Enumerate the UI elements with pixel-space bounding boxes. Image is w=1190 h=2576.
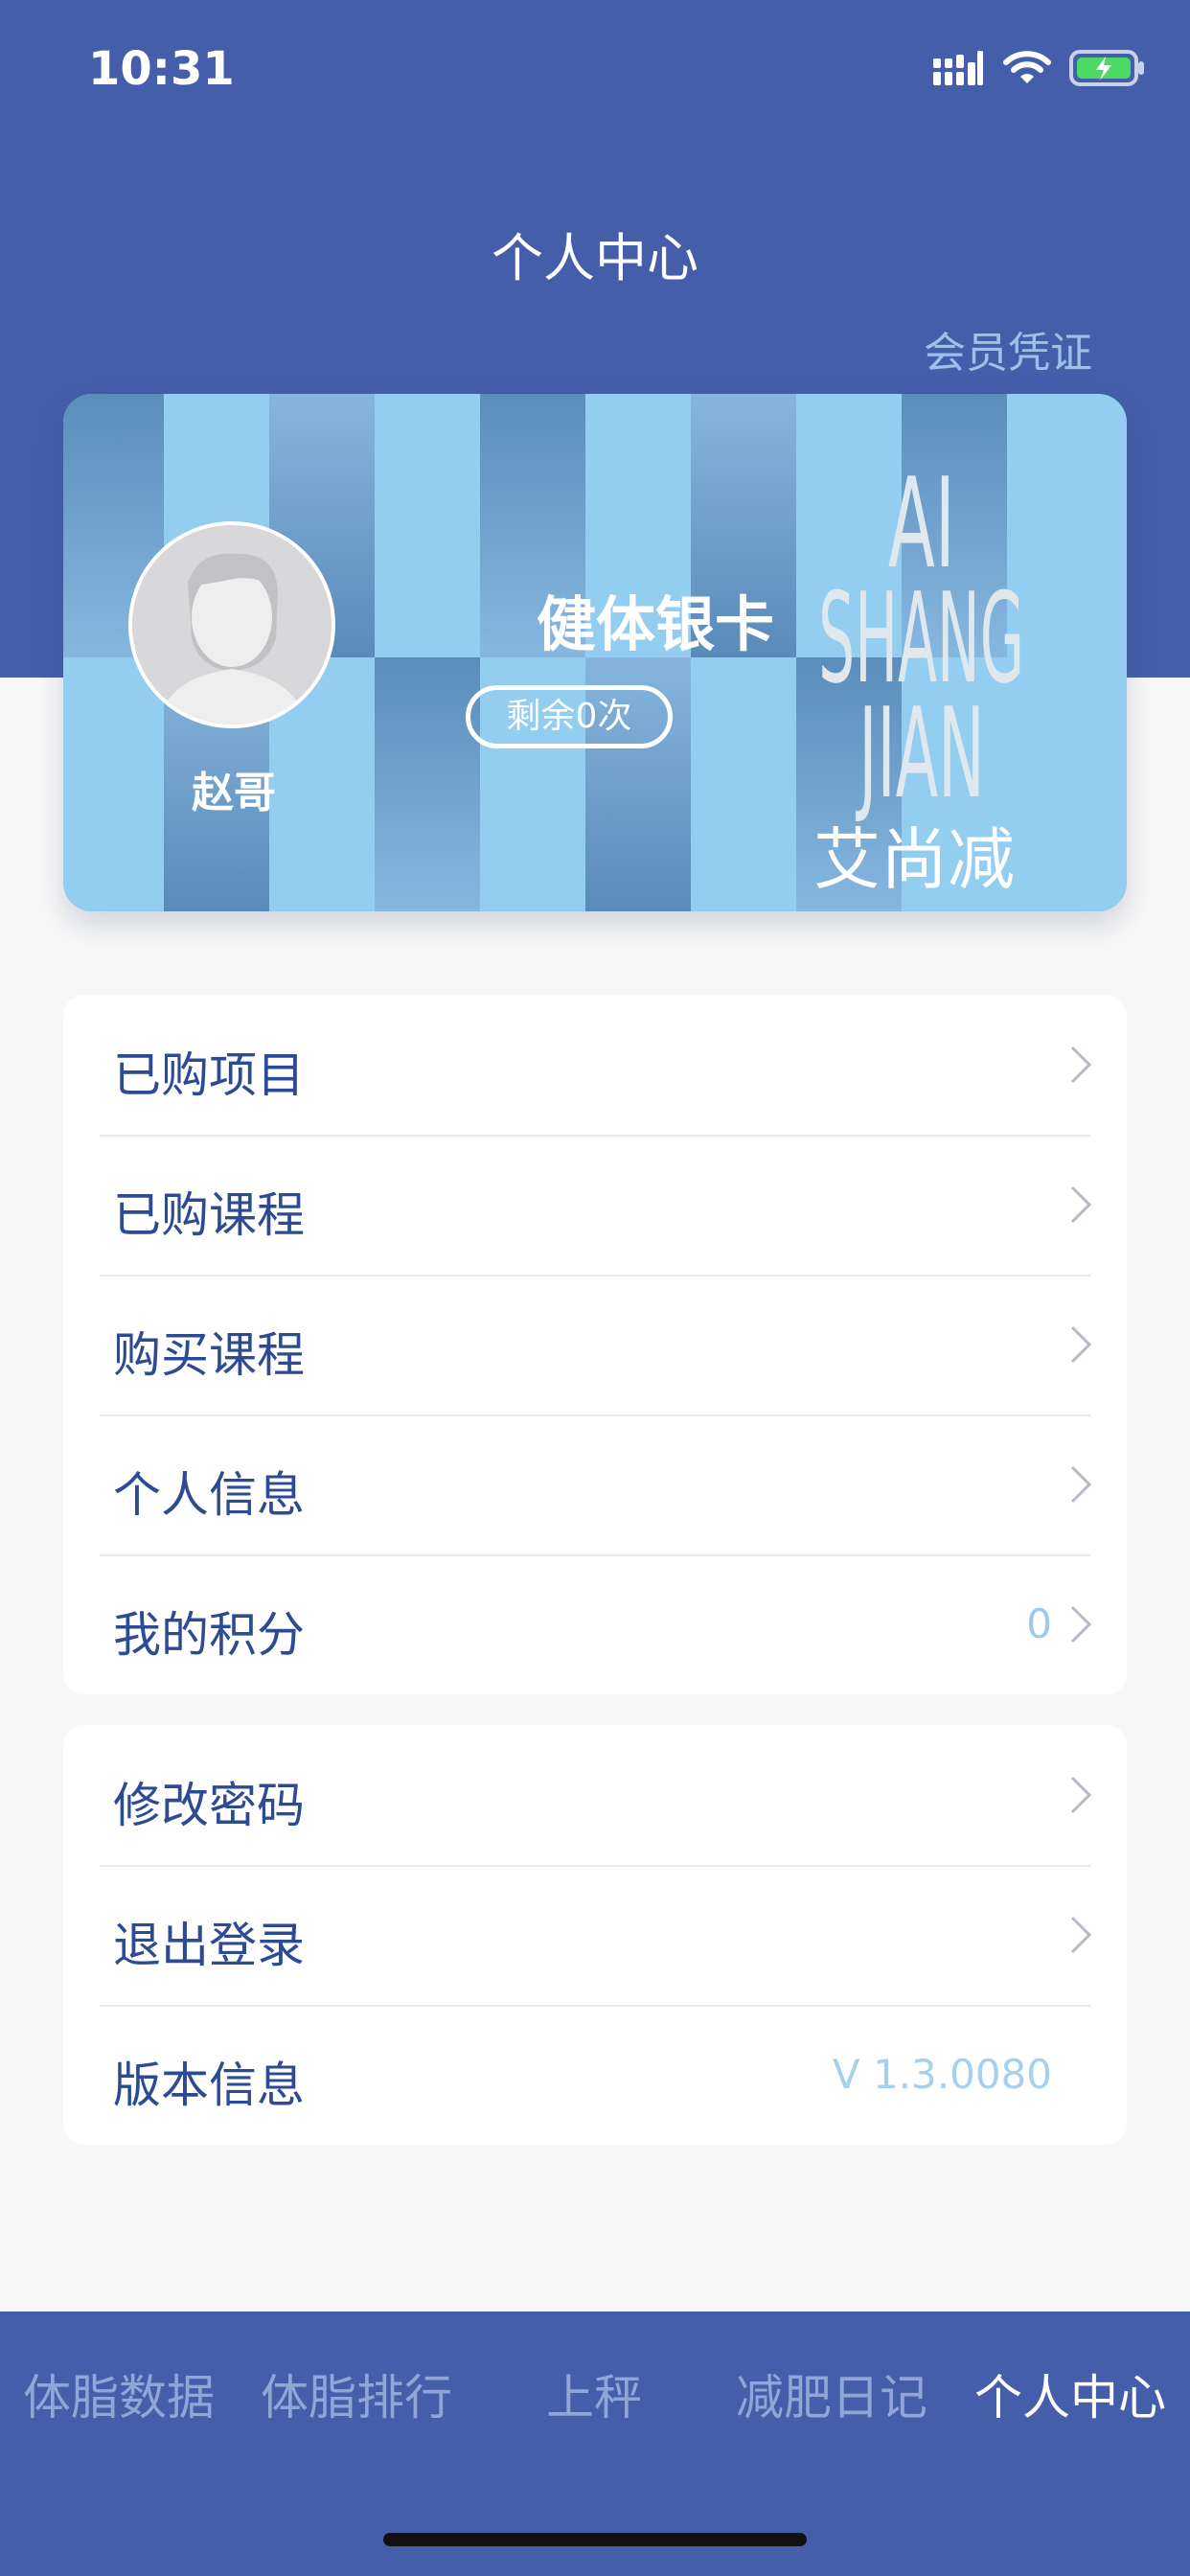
card-user-name: 赵哥 — [192, 769, 276, 817]
menu-label: 购买课程 — [113, 1327, 305, 1383]
card-type-name: 健体银卡 — [536, 589, 774, 659]
tab-weigh-in[interactable]: 上秤 — [475, 2359, 713, 2428]
chevron-right-icon — [1070, 1916, 1092, 1954]
menu-purchased-items[interactable]: 已购项目 — [63, 995, 1127, 1135]
chevron-right-icon — [1070, 1605, 1092, 1644]
default-avatar-icon — [132, 525, 332, 724]
menu-personal-info[interactable]: 个人信息 — [63, 1414, 1127, 1554]
avatar[interactable] — [128, 521, 335, 728]
status-icons — [931, 48, 1146, 92]
version-value: V 1.3.0080 — [832, 2051, 1052, 2098]
menu-label: 已购项目 — [113, 1047, 305, 1103]
menu-label: 版本信息 — [113, 2058, 305, 2113]
wifi-icon — [1002, 49, 1052, 91]
menu-label: 退出登录 — [113, 1918, 305, 1973]
page-title: 个人中心 — [492, 228, 698, 288]
tab-body-fat-ranking[interactable]: 体脂排行 — [238, 2359, 475, 2428]
remaining-count-badge: 剩余0次 — [466, 685, 673, 748]
menu-change-password[interactable]: 修改密码 — [63, 1725, 1127, 1865]
menu-label: 个人信息 — [113, 1467, 305, 1523]
menu-buy-courses[interactable]: 购买课程 — [63, 1275, 1127, 1414]
battery-charging-icon — [1069, 49, 1146, 91]
menu-logout[interactable]: 退出登录 — [63, 1865, 1127, 2005]
home-indicator[interactable] — [383, 2533, 807, 2546]
status-time: 10:31 — [88, 42, 235, 96]
chevron-right-icon — [1070, 1185, 1092, 1224]
tab-personal-center[interactable]: 个人中心 — [950, 2359, 1190, 2428]
menu-group-account: 修改密码 退出登录 版本信息 V 1.3.0080 — [63, 1725, 1127, 2145]
membership-card[interactable]: 赵哥 健体银卡 剩余0次 AI SHANG JIAN 艾尚减 — [63, 394, 1127, 911]
chevron-right-icon — [1070, 1776, 1092, 1814]
brand-cn: 艾尚减 — [813, 820, 1015, 899]
status-bar: 10:31 — [0, 0, 1190, 144]
brand-line-jian: JIAN — [855, 682, 984, 827]
signal-icon — [931, 49, 985, 91]
menu-purchased-courses[interactable]: 已购课程 — [63, 1135, 1127, 1275]
menu-label: 我的积分 — [113, 1607, 305, 1663]
chevron-right-icon — [1070, 1465, 1092, 1504]
menu-version-info: 版本信息 V 1.3.0080 — [63, 2005, 1127, 2145]
chevron-right-icon — [1070, 1325, 1092, 1364]
points-value: 0 — [1026, 1600, 1052, 1647]
tab-diet-diary[interactable]: 减肥日记 — [713, 2359, 950, 2428]
chevron-right-icon — [1070, 1046, 1092, 1084]
menu-group-main: 已购项目 已购课程 购买课程 个人信息 我的积分 0 — [63, 995, 1127, 1694]
tab-body-fat-data[interactable]: 体脂数据 — [0, 2359, 238, 2428]
menu-label: 修改密码 — [113, 1778, 305, 1833]
brand-logo: AI SHANG JIAN 艾尚减 — [813, 451, 1024, 899]
menu-label: 已购课程 — [113, 1187, 305, 1243]
member-credential-link[interactable]: 会员凭证 — [924, 318, 1092, 380]
menu-my-points[interactable]: 我的积分 0 — [63, 1554, 1127, 1694]
